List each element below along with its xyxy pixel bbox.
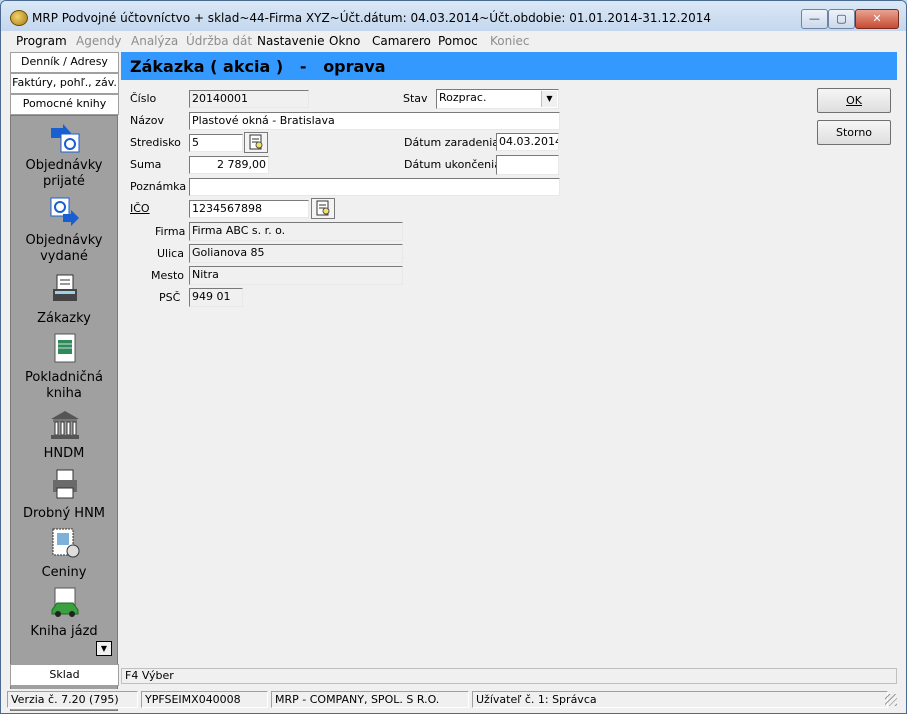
menu-pomoc[interactable]: Pomoc [438, 34, 478, 48]
left-navigation: Denník / Adresy Faktúry, pohľ., záv. Pom… [10, 52, 119, 711]
nav-label-line1: Drobný HNM [22, 506, 106, 521]
stav-select[interactable]: Rozprac. ▼ [436, 89, 559, 109]
nav-label-line2: vydané [40, 249, 88, 264]
cash-register-icon [54, 333, 76, 363]
nav-label-line1: Kniha jázd [30, 624, 98, 639]
chevron-down-icon[interactable]: ▼ [541, 91, 557, 107]
ico-field[interactable]: 1234567898 [189, 200, 309, 218]
storno-label: Storno [835, 126, 873, 139]
poznamka-field[interactable] [189, 178, 560, 196]
nav-label-line1: Pokladničná [25, 370, 103, 385]
datum-zaradenia-field[interactable]: 04.03.2014 [496, 133, 559, 151]
menu-koniec[interactable]: Koniec [490, 34, 530, 48]
menu-camarero[interactable]: Camarero [372, 34, 431, 48]
cislo-field[interactable]: 20140001 [189, 90, 309, 108]
lookup-icon [316, 200, 330, 216]
order-in-icon [51, 124, 80, 153]
menu-nastavenie[interactable]: Nastavenie [257, 34, 324, 48]
tab-faktury[interactable]: Faktúry, pohľ., záv. [10, 73, 119, 94]
psc-label: PSČ [159, 291, 181, 304]
close-icon: ✕ [872, 12, 882, 25]
ico-label: IČO [130, 202, 150, 215]
menu-bar: Program Agendy Analýza Údržba dát Nastav… [9, 32, 899, 50]
status-user: Užívateľ č. 1: Správca [472, 691, 888, 708]
nazov-label: Názov [130, 114, 164, 127]
minimize-button[interactable]: — [801, 9, 828, 29]
stamps-icon [52, 528, 80, 558]
stav-value: Rozprac. [439, 91, 487, 104]
building-icon [51, 411, 79, 439]
printer-icon [53, 469, 77, 499]
main-window: MRP Podvojné účtovníctvo + sklad~44-Firm… [0, 0, 907, 714]
nav-label-line1: HNDM [43, 446, 85, 461]
contracts-icon [53, 274, 77, 301]
nav-label-line1: Zákazky [37, 311, 91, 326]
nav-scroll-down-button[interactable]: ▼ [96, 641, 112, 656]
page-title: Zákazka ( akcia ) - oprava [130, 57, 386, 76]
menu-agendy[interactable]: Agendy [76, 34, 122, 48]
minimize-icon: — [809, 12, 820, 25]
stredisko-field[interactable]: 5 [189, 134, 243, 152]
maximize-button[interactable]: ▢ [828, 9, 855, 29]
window-title: MRP Podvojné účtovníctvo + sklad~44-Firm… [32, 11, 711, 25]
close-button[interactable]: ✕ [855, 9, 899, 29]
status-version: Verzia č. 7.20 (795) [7, 691, 138, 708]
status-bar: Verzia č. 7.20 (795) YPFSEIMX040008 MRP … [7, 689, 897, 709]
ulica-field: Golianova 85 [189, 244, 403, 263]
mesto-field: Nitra [189, 266, 403, 285]
form-header: Zákazka ( akcia ) - oprava [121, 52, 897, 80]
mesto-label: Mesto [151, 269, 185, 282]
ok-button[interactable]: OK [817, 88, 891, 113]
nav-label-line1: Ceniny [41, 565, 87, 580]
order-out-icon [50, 197, 79, 226]
app-icon [10, 10, 28, 26]
datum-zaradenia-label: Dátum zaradenia [404, 136, 500, 149]
firma-label: Firma [155, 225, 186, 238]
storno-button[interactable]: Storno [817, 120, 891, 145]
suma-field[interactable]: 2 789,00 [189, 156, 269, 174]
menu-okno[interactable]: Okno [329, 34, 360, 48]
status-code: YPFSEIMX040008 [141, 691, 268, 708]
tab-dennik-adresy[interactable]: Denník / Adresy [10, 52, 119, 73]
nav-label-line2: prijaté [43, 174, 85, 189]
menu-program[interactable]: Program [16, 34, 67, 48]
resize-grip-icon[interactable] [885, 694, 897, 706]
ok-label: OK [846, 94, 862, 107]
firma-field: Firma ABC s. r. o. [189, 222, 403, 241]
nazov-field[interactable]: Plastové okná - Bratislava [189, 112, 560, 130]
tab-sklad[interactable]: Sklad [10, 664, 119, 686]
psc-field: 949 01 [189, 288, 243, 307]
suma-label: Suma [130, 158, 162, 171]
stredisko-lookup-button[interactable] [244, 132, 268, 153]
nav-panel: Objednávky prijaté Objednávky vydané Zák… [10, 115, 118, 711]
tab-pomocne-knihy[interactable]: Pomocné knihy [10, 94, 119, 115]
maximize-icon: ▢ [836, 12, 847, 25]
nav-label-line1: Objednávky [25, 233, 103, 248]
ico-lookup-button[interactable] [311, 198, 335, 219]
datum-ukoncenia-field[interactable] [496, 155, 559, 175]
stredisko-label: Stredisko [130, 136, 181, 149]
status-company: MRP - COMPANY, SPOL. S R.O. [271, 691, 469, 708]
nav-label-line2: kniha [46, 386, 82, 401]
cislo-label: Číslo [130, 92, 157, 105]
datum-ukoncenia-label: Dátum ukončenia [404, 158, 501, 171]
menu-analyza[interactable]: Analýza [131, 34, 178, 48]
title-bar[interactable]: MRP Podvojné účtovníctvo + sklad~44-Firm… [1, 1, 906, 31]
poznamka-label: Poznámka [130, 180, 187, 193]
car-icon [51, 587, 79, 617]
ulica-label: Ulica [157, 247, 184, 260]
menu-udrzba-dat[interactable]: Údržba dát [186, 34, 252, 48]
nav-label-line1: Objednávky [25, 158, 103, 173]
f4-hint-bar: F4 Výber [121, 668, 897, 684]
lookup-icon [249, 134, 263, 150]
stav-label: Stav [403, 92, 428, 105]
